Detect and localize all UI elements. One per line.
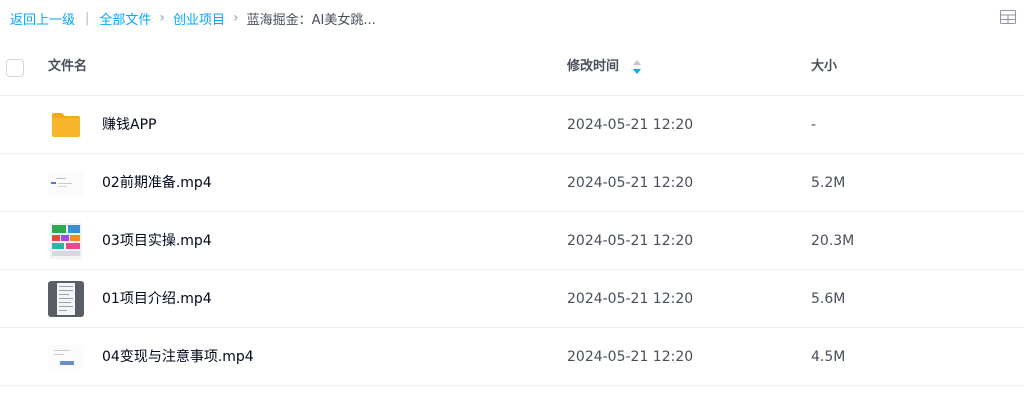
modified-time: 2024-05-21 12:20: [567, 175, 694, 191]
file-name[interactable]: 03项目实操.mp4: [102, 212, 212, 270]
table-row[interactable]: 04变现与注意事项.mp4 2024-05-21 12:20 4.5M: [0, 328, 1024, 386]
table-row[interactable]: 01项目介绍.mp4 2024-05-21 12:20 5.6M: [0, 270, 1024, 328]
breadcrumb-divider: |: [85, 10, 90, 26]
file-size: 5.6M: [811, 291, 846, 307]
header-name[interactable]: 文件名: [48, 38, 87, 96]
header-modified[interactable]: 修改时间: [567, 38, 619, 96]
file-name[interactable]: 赚钱APP: [102, 96, 156, 154]
chevron-right-icon: ›: [159, 10, 166, 26]
breadcrumb: 返回上一级 | 全部文件 › 创业项目 › 蓝海掘金：AI美女跳...: [10, 0, 376, 36]
modified-time: 2024-05-21 12:20: [567, 233, 694, 249]
file-name[interactable]: 01项目介绍.mp4: [102, 270, 212, 328]
video-thumbnail: [48, 171, 84, 195]
breadcrumb-all-files[interactable]: 全部文件: [99, 9, 151, 28]
modified-time: 2024-05-21 12:20: [567, 117, 694, 133]
header-size[interactable]: 大小: [811, 38, 837, 96]
table-row[interactable]: 03项目实操.mp4 2024-05-21 12:20 20.3M: [0, 212, 1024, 270]
back-link[interactable]: 返回上一级: [10, 9, 75, 28]
breadcrumb-folder[interactable]: 创业项目: [173, 9, 225, 28]
table-row[interactable]: 赚钱APP 2024-05-21 12:20 -: [0, 96, 1024, 154]
file-size: 4.5M: [811, 349, 846, 365]
modified-time: 2024-05-21 12:20: [567, 349, 694, 365]
sort-arrows-icon[interactable]: [632, 60, 642, 74]
file-name[interactable]: 02前期准备.mp4: [102, 154, 212, 212]
file-size: -: [811, 117, 817, 133]
table-row[interactable]: 02前期准备.mp4 2024-05-21 12:20 5.2M: [0, 154, 1024, 212]
table-header: 文件名 修改时间 大小: [0, 38, 1024, 96]
grid-view-icon[interactable]: [1000, 10, 1016, 24]
select-all-checkbox[interactable]: [6, 59, 24, 77]
breadcrumb-current: 蓝海掘金：AI美女跳...: [246, 12, 376, 28]
modified-time: 2024-05-21 12:20: [567, 291, 694, 307]
file-size: 20.3M: [811, 233, 855, 249]
video-thumbnail: [48, 345, 84, 369]
folder-icon: [52, 113, 80, 137]
video-thumbnail: [50, 223, 82, 259]
file-size: 5.2M: [811, 175, 846, 191]
file-name[interactable]: 04变现与注意事项.mp4: [102, 328, 254, 386]
video-thumbnail: [48, 281, 84, 317]
chevron-right-icon: ›: [233, 10, 239, 26]
